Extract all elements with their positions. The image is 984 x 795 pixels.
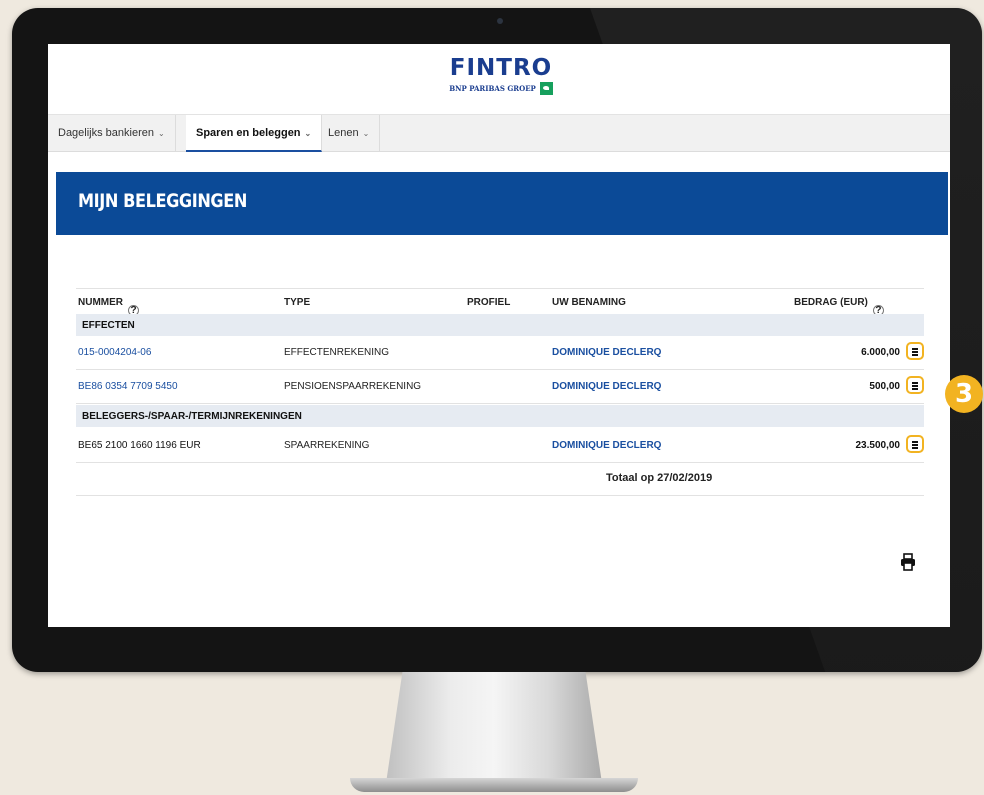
logo-wordmark: FINTRO [449,55,553,81]
row-menu-button[interactable] [906,342,924,360]
account-amount: 500,00 [869,381,900,392]
account-type: SPAARREKENING [284,440,370,451]
site-header: FINTRO BNP PARIBAS GROEP [48,44,950,115]
column-label: NUMMER [78,297,123,308]
browser-screen: FINTRO BNP PARIBAS GROEP Dagelijks banki… [48,44,950,627]
account-name-link[interactable]: DOMINIQUE DECLERQ [552,347,661,358]
chevron-down-icon: ⌄ [362,129,370,138]
account-number: BE65 2100 1660 1196 EUR [78,440,201,451]
chevron-down-icon: ⌄ [304,129,312,138]
camera-dot [497,18,503,24]
column-header-type: TYPE [284,297,311,308]
nav-item-label: Sparen en beleggen [196,127,301,139]
nav-item-dagelijks-bankieren[interactable]: Dagelijks bankieren ⌄ [48,115,176,151]
account-amount: 6.000,00 [861,347,900,358]
total-row: Totaal op 27/02/2019 [76,463,924,496]
nav-item-label: Lenen [328,127,359,139]
row-menu-button[interactable] [906,435,924,453]
account-number-link[interactable]: 015-0004204-06 [78,347,151,358]
account-type: EFFECTENREKENING [284,347,390,358]
print-icon[interactable] [900,553,916,571]
menu-icon-bar [912,348,918,350]
menu-icon-bar [912,354,918,356]
nav-item-label: Dagelijks bankieren [58,127,154,139]
page-title: MIJN BELEGGINGEN [78,190,247,212]
nav-item-lenen[interactable]: Lenen ⌄ [318,115,381,151]
account-name-link[interactable]: DOMINIQUE DECLERQ [552,440,661,451]
group-label: EFFECTEN [82,320,135,331]
group-header-effecten: EFFECTEN [76,314,924,336]
menu-icon-bar [912,351,918,353]
table-row: 015-0004204-06 EFFECTENREKENING DOMINIQU… [76,336,924,370]
table-row: BE86 0354 7709 5450 PENSIOENSPAARREKENIN… [76,370,924,404]
group-label: BELEGGERS-/SPAAR-/TERMIJNREKENINGEN [82,411,302,422]
menu-icon-bar [912,447,918,449]
table-row: BE65 2100 1660 1196 EUR SPAARREKENING DO… [76,429,924,463]
logo-subtitle-row: BNP PARIBAS GROEP [436,82,566,95]
menu-icon-bar [912,444,918,446]
nav-item-sparen-en-beleggen[interactable]: Sparen en beleggen ⌄ [186,115,323,152]
column-header-amount: BEDRAG (EUR)? [794,297,884,316]
page-banner: MIJN BELEGGINGEN [56,172,948,235]
chevron-down-icon: ⌄ [158,129,165,138]
bnp-star-icon [539,82,553,95]
column-header-number: NUMMER? [78,297,139,316]
column-header-profile: PROFIEL [467,297,511,308]
total-label: Totaal op 27/02/2019 [606,472,713,484]
account-type: PENSIOENSPAARREKENING [284,381,422,392]
main-nav: Dagelijks bankieren ⌄ Sparen en beleggen ⌄… [48,115,950,152]
group-header-beleggers-spaar-termijn: BELEGGERS-/SPAAR-/TERMIJNREKENINGEN [76,405,924,427]
step-number-badge: 3 [945,375,983,413]
account-name-link[interactable]: DOMINIQUE DECLERQ [552,381,661,392]
menu-icon-bar [912,385,918,387]
account-amount: 23.500,00 [855,440,901,451]
monitor-stand [385,672,603,790]
row-menu-button[interactable] [906,376,924,394]
monitor-stand-base [350,778,638,792]
menu-icon-bar [912,388,918,390]
fintro-logo[interactable]: FINTRO BNP PARIBAS GROEP [436,56,566,95]
menu-icon-bar [912,382,918,384]
logo-subtitle: BNP PARIBAS GROEP [449,84,536,93]
account-number-link[interactable]: BE86 0354 7709 5450 [78,381,178,392]
menu-icon-bar [912,441,918,443]
table-header: NUMMER? TYPE PROFIEL UW BENAMING BEDRAG … [76,288,924,316]
column-header-name: UW BENAMING [552,297,626,308]
column-label: BEDRAG (EUR) [794,297,868,308]
